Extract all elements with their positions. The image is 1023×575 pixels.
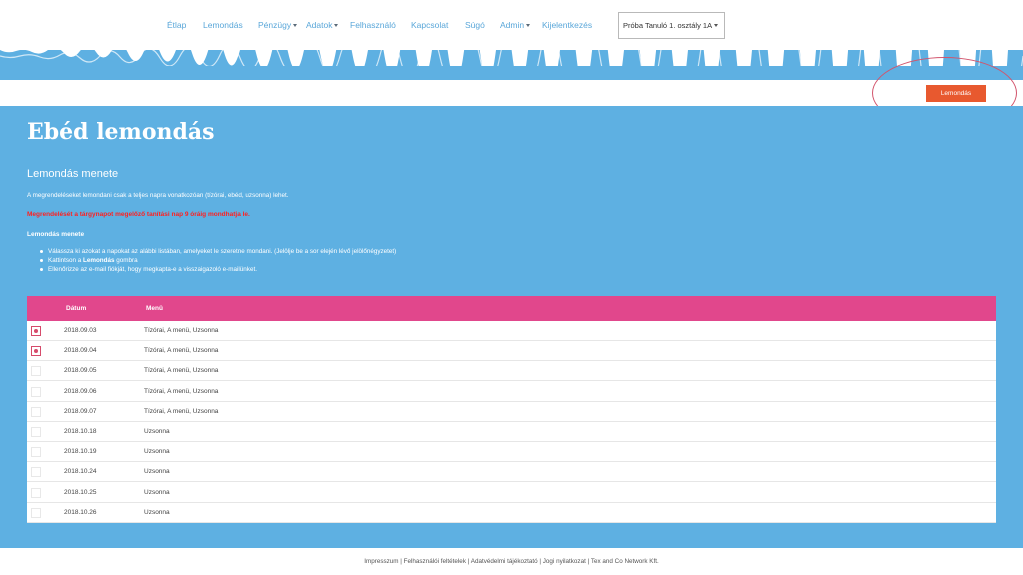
step-text: Kattintson a bbox=[48, 257, 84, 264]
footer-link-company[interactable]: Tex and Co Network Kft. bbox=[591, 558, 659, 565]
table-row: 2018.09.06 Tízórai, A menü, Uzsonna bbox=[27, 382, 996, 402]
cell-date: 2018.10.24 bbox=[64, 468, 97, 476]
step-text: Válassza ki azokat a napokat az alábbi l… bbox=[48, 248, 397, 255]
table-row: 2018.09.07 Tízórai, A menü, Uzsonna bbox=[27, 402, 996, 422]
row-checkbox[interactable] bbox=[31, 326, 41, 336]
torn-edge-decoration bbox=[0, 44, 1023, 66]
step-item: Válassza ki azokat a napokat az alábbi l… bbox=[39, 247, 397, 256]
footer-link-terms[interactable]: Felhasználói feltételek bbox=[404, 558, 466, 565]
cell-date: 2018.09.06 bbox=[64, 387, 97, 395]
nav-item-label: Lemondás bbox=[203, 20, 243, 30]
nav-item-sugo[interactable]: Súgó bbox=[465, 20, 485, 30]
cell-date: 2018.09.03 bbox=[64, 327, 97, 334]
step-text-bold: Lemondás bbox=[83, 257, 115, 264]
step-text: gombra bbox=[114, 257, 138, 264]
table-row: 2018.09.03 Tízórai, A menü, Uzsonna bbox=[27, 321, 996, 341]
row-checkbox[interactable] bbox=[31, 447, 41, 458]
nav-item-label: Pénzügy bbox=[258, 20, 292, 30]
cell-date: 2018.09.07 bbox=[64, 407, 97, 415]
row-checkbox[interactable] bbox=[31, 386, 41, 397]
cell-menu: Uzsonna bbox=[144, 468, 170, 476]
footer: Impresszum | Felhasználói feltételek | A… bbox=[0, 558, 1023, 565]
nav-item-adatok[interactable]: Adatok bbox=[306, 20, 339, 30]
column-header-date: Dátum bbox=[66, 305, 87, 312]
steps-list: Válassza ki azokat a napokat az alábbi l… bbox=[39, 247, 397, 274]
table-row: 2018.09.04 Tízórai, A menü, Uzsonna bbox=[27, 341, 996, 362]
chevron-down-icon bbox=[714, 24, 718, 27]
footer-link-privacy[interactable]: Adatvédelmi tájékoztató bbox=[471, 558, 538, 565]
cell-menu: Uzsonna bbox=[144, 488, 170, 496]
cell-menu: Tízórai, A menü, Uzsonna bbox=[144, 387, 219, 395]
table-row: 2018.09.05 Tízórai, A menü, Uzsonna bbox=[27, 361, 996, 382]
cell-date: 2018.10.18 bbox=[64, 428, 97, 435]
row-checkbox[interactable] bbox=[31, 406, 41, 417]
row-checkbox[interactable] bbox=[31, 487, 41, 498]
cell-menu: Tízórai, A menü, Uzsonna bbox=[144, 407, 219, 415]
cell-menu: Tízórai, A menü, Uzsonna bbox=[144, 367, 219, 375]
top-navigation: Étlap Lemondás Pénzügy Adatok Felhasznál… bbox=[0, 0, 1023, 50]
nav-item-felhasznalo[interactable]: Felhasználó bbox=[350, 20, 396, 30]
step-text: Ellenőrizze az e-mail fiókját, hogy megk… bbox=[48, 266, 257, 273]
footer-link-legal[interactable]: Jogi nyilatkozat bbox=[543, 558, 586, 565]
cell-date: 2018.10.25 bbox=[64, 488, 97, 496]
caret-down-icon bbox=[526, 24, 531, 28]
nav-item-label: Kapcsolat bbox=[411, 20, 449, 30]
table-row: 2018.10.25 Uzsonna bbox=[27, 483, 996, 503]
cell-menu: Tízórai, A menü, Uzsonna bbox=[144, 347, 219, 355]
row-checkbox[interactable] bbox=[31, 467, 41, 478]
steps-heading: Lemondás menete bbox=[27, 231, 85, 238]
row-checkbox[interactable] bbox=[31, 366, 41, 377]
cell-date: 2018.09.04 bbox=[64, 347, 97, 355]
table-row: 2018.10.26 Uzsonna bbox=[27, 503, 996, 523]
caret-down-icon bbox=[293, 24, 298, 28]
caret-down-icon bbox=[334, 24, 339, 28]
cell-menu: Uzsonna bbox=[144, 428, 170, 435]
nav-item-etlap[interactable]: Étlap bbox=[167, 20, 186, 30]
cell-date: 2018.10.26 bbox=[64, 508, 97, 516]
intro-text: A megrendeléseket lemondani csak a telje… bbox=[27, 192, 289, 199]
page-title: Ebéd lemondás bbox=[27, 119, 215, 145]
cancellation-table: Dátum Menü 2018.09.03 Tízórai, A menü, Uz… bbox=[27, 296, 996, 523]
row-checkbox[interactable] bbox=[31, 507, 41, 518]
cell-date: 2018.10.19 bbox=[64, 448, 97, 456]
table-header: Dátum Menü bbox=[27, 296, 996, 321]
table-row: 2018.10.18 Uzsonna bbox=[27, 422, 996, 442]
nav-item-label: Kijelentkezés bbox=[542, 20, 593, 30]
cell-date: 2018.09.05 bbox=[64, 367, 97, 375]
nav-item-kijelentkezes[interactable]: Kijelentkezés bbox=[542, 20, 592, 30]
cell-menu: Uzsonna bbox=[144, 448, 170, 456]
deadline-warning: Megrendelését a tárgynapot megelőző taní… bbox=[27, 211, 250, 218]
nav-item-admin[interactable]: Admin bbox=[500, 20, 531, 30]
step-item: Ellenőrizze az e-mail fiókját, hogy megk… bbox=[39, 265, 396, 274]
row-checkbox[interactable] bbox=[31, 427, 41, 437]
table-row: 2018.10.24 Uzsonna bbox=[27, 462, 996, 483]
nav-item-label: Súgó bbox=[465, 20, 485, 30]
column-header-menu: Menü bbox=[146, 305, 163, 312]
cell-menu: Tízórai, A menü, Uzsonna bbox=[144, 327, 219, 334]
footer-link-impresszum[interactable]: Impresszum bbox=[364, 558, 398, 565]
user-select[interactable]: Próba Tanuló 1. osztály 1A bbox=[618, 12, 725, 39]
row-checkbox[interactable] bbox=[31, 346, 41, 357]
nav-item-label: Étlap bbox=[167, 20, 187, 30]
nav-item-lemondas[interactable]: Lemondás bbox=[203, 20, 243, 30]
section-title: Lemondás menete bbox=[27, 168, 119, 180]
action-bar bbox=[0, 80, 1023, 106]
nav-item-penzugy[interactable]: Pénzügy bbox=[258, 20, 298, 30]
user-select-value: Próba Tanuló 1. osztály 1A bbox=[623, 21, 713, 30]
nav-item-label: Admin bbox=[500, 20, 525, 30]
nav-item-label: Adatok bbox=[306, 20, 333, 30]
cell-menu: Uzsonna bbox=[144, 508, 170, 516]
step-item: Kattintson a Lemondás gombra bbox=[39, 256, 396, 265]
table-row: 2018.10.19 Uzsonna bbox=[27, 442, 996, 463]
nav-item-kapcsolat[interactable]: Kapcsolat bbox=[411, 20, 448, 30]
nav-item-label: Felhasználó bbox=[350, 20, 396, 30]
